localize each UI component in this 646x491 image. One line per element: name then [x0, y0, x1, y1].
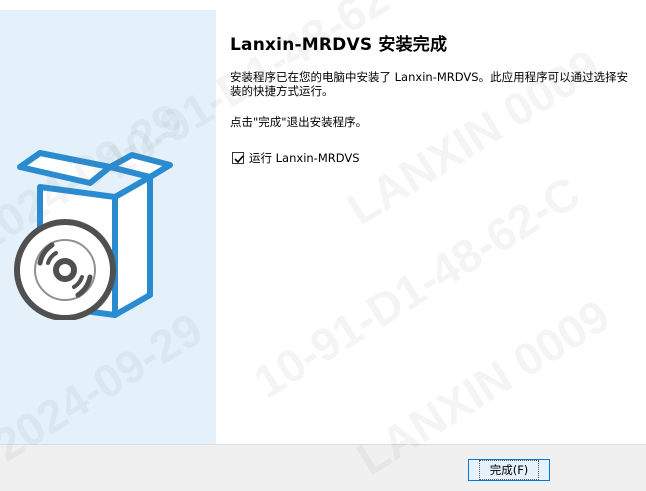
package-disc-icon: [10, 135, 180, 324]
finish-button[interactable]: 完成(F): [468, 459, 550, 481]
installer-side-panel: [0, 10, 216, 444]
installer-content: Lanxin-MRDVS 安装完成 安装程序已在您的电脑中安装了 Lanxin-…: [216, 10, 646, 444]
run-app-checkbox[interactable]: [232, 152, 244, 164]
finish-button-label: 完成(F): [478, 460, 540, 480]
exit-instruction: 点击"完成"退出安装程序。: [230, 115, 368, 129]
button-bar: 完成(F): [0, 444, 646, 491]
completion-message: 安装程序已在您的电脑中安装了 Lanxin-MRDVS。此应用程序可以通过选择安…: [230, 70, 629, 98]
checkmark-icon: [234, 155, 244, 164]
run-app-option[interactable]: 运行 Lanxin-MRDVS: [232, 150, 360, 166]
run-app-label: 运行 Lanxin-MRDVS: [249, 151, 360, 165]
page-title: Lanxin-MRDVS 安装完成: [230, 35, 448, 55]
window-top-edge: [0, 0, 646, 10]
